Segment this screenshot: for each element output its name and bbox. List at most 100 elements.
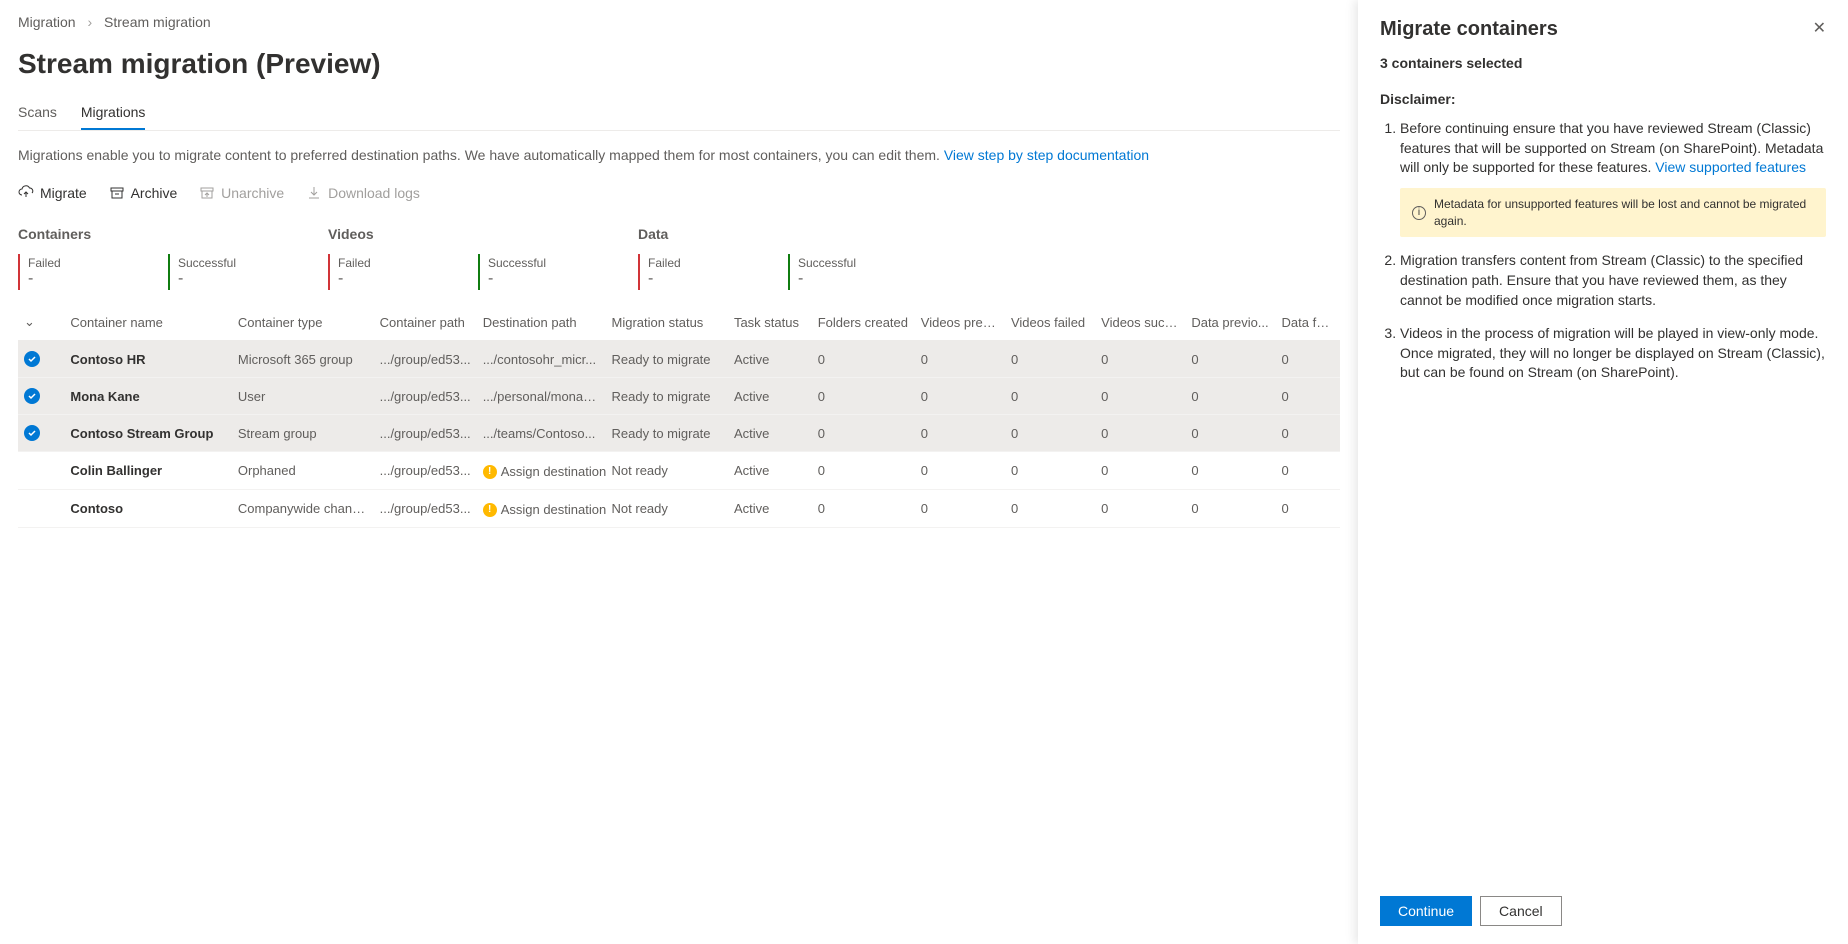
cell-cpath: .../group/ed53...: [374, 341, 477, 378]
cell-vfailed: 0: [1005, 452, 1095, 490]
cell-dfailed: 0: [1276, 452, 1340, 490]
table-row[interactable]: Mona KaneUser.../group/ed53....../person…: [18, 378, 1340, 415]
table-row[interactable]: Colin BallingerOrphaned.../group/ed53...…: [18, 452, 1340, 490]
col-folders[interactable]: Folders created: [812, 304, 915, 341]
breadcrumb-current: Stream migration: [104, 14, 211, 30]
cell-tstatus: Active: [728, 490, 812, 528]
col-mstatus[interactable]: Migration status: [606, 304, 728, 341]
stats-containers: Containers Failed- Successful-: [18, 226, 328, 290]
disclaimer-item-1: Before continuing ensure that you have r…: [1400, 119, 1826, 237]
col-cpath[interactable]: Container path: [374, 304, 477, 341]
unarchive-button: Unarchive: [199, 185, 284, 201]
disclaimer-item-2: Migration transfers content from Stream …: [1400, 251, 1826, 310]
cell-vsucc: 0: [1095, 378, 1185, 415]
cell-name: Contoso Stream Group: [64, 415, 232, 452]
col-dprev[interactable]: Data previo...: [1185, 304, 1275, 341]
archive-icon: [109, 185, 125, 201]
cell-vprev: 0: [915, 415, 1005, 452]
col-vprev[interactable]: Videos prev...: [915, 304, 1005, 341]
cell-vsucc: 0: [1095, 490, 1185, 528]
archive-button[interactable]: Archive: [109, 185, 178, 201]
cancel-button[interactable]: Cancel: [1480, 896, 1562, 926]
cell-dpath: !Assign destination: [477, 490, 606, 528]
cell-folders: 0: [812, 452, 915, 490]
cell-vprev: 0: [915, 490, 1005, 528]
assign-destination-link[interactable]: !Assign destination: [483, 502, 606, 517]
cell-name: Mona Kane: [64, 378, 232, 415]
tab-scans[interactable]: Scans: [18, 96, 57, 128]
disclaimer-item-3: Videos in the process of migration will …: [1400, 324, 1826, 383]
cell-type: User: [232, 378, 374, 415]
cell-mstatus: Not ready: [606, 490, 728, 528]
cell-type: Orphaned: [232, 452, 374, 490]
cell-vprev: 0: [915, 452, 1005, 490]
migrate-button[interactable]: Migrate: [18, 185, 87, 201]
cell-vfailed: 0: [1005, 341, 1095, 378]
col-type[interactable]: Container type: [232, 304, 374, 341]
info-box: i Metadata for unsupported features will…: [1400, 188, 1826, 238]
download-logs-button: Download logs: [306, 185, 420, 201]
cell-type: Microsoft 365 group: [232, 341, 374, 378]
cell-cpath: .../group/ed53...: [374, 490, 477, 528]
cell-dpath: .../teams/Contoso...: [477, 415, 606, 452]
cell-mstatus: Not ready: [606, 452, 728, 490]
download-icon: [306, 185, 322, 201]
containers-table: ⌄ Container name Container type Containe…: [18, 304, 1340, 528]
cell-dfailed: 0: [1276, 415, 1340, 452]
cell-vfailed: 0: [1005, 378, 1095, 415]
supported-features-link[interactable]: View supported features: [1655, 159, 1806, 175]
cell-dfailed: 0: [1276, 490, 1340, 528]
col-name[interactable]: Container name: [64, 304, 232, 341]
col-vsucc[interactable]: Videos succ...: [1095, 304, 1185, 341]
stats-videos: Videos Failed- Successful-: [328, 226, 638, 290]
assign-destination-link[interactable]: !Assign destination: [483, 464, 606, 479]
cell-mstatus: Ready to migrate: [606, 415, 728, 452]
cell-dpath: .../personal/monak...: [477, 378, 606, 415]
docs-link[interactable]: View step by step documentation: [944, 147, 1149, 163]
cell-dprev: 0: [1185, 490, 1275, 528]
cell-folders: 0: [812, 415, 915, 452]
bar-green-icon: [788, 254, 790, 290]
toolbar: Migrate Archive Unarchive Download logs: [18, 185, 1340, 204]
table-row[interactable]: Contoso HRMicrosoft 365 group.../group/e…: [18, 341, 1340, 378]
cell-vfailed: 0: [1005, 490, 1095, 528]
cell-name: Colin Ballinger: [64, 452, 232, 490]
checkmark-icon[interactable]: [24, 351, 40, 367]
table-row[interactable]: Contoso Stream GroupStream group.../grou…: [18, 415, 1340, 452]
cell-cpath: .../group/ed53...: [374, 378, 477, 415]
checkmark-icon[interactable]: [24, 425, 40, 441]
cell-tstatus: Active: [728, 378, 812, 415]
close-icon: ✕: [1813, 20, 1826, 37]
cell-tstatus: Active: [728, 341, 812, 378]
disclaimer-list: Before continuing ensure that you have r…: [1380, 119, 1826, 397]
bar-red-icon: [638, 254, 640, 290]
col-vfailed[interactable]: Videos failed: [1005, 304, 1095, 341]
cell-cpath: .../group/ed53...: [374, 415, 477, 452]
bar-red-icon: [18, 254, 20, 290]
cell-vprev: 0: [915, 341, 1005, 378]
cell-dpath: !Assign destination: [477, 452, 606, 490]
warning-icon: !: [483, 503, 497, 517]
migrate-panel: Migrate containers ✕ 3 containers select…: [1358, 0, 1848, 944]
cloud-upload-icon: [18, 185, 34, 201]
col-dpath[interactable]: Destination path: [477, 304, 606, 341]
cell-vprev: 0: [915, 378, 1005, 415]
table-row[interactable]: ContosoCompanywide channel.../group/ed53…: [18, 490, 1340, 528]
select-all-header[interactable]: ⌄: [18, 304, 64, 341]
info-icon: i: [1412, 206, 1426, 220]
tab-migrations[interactable]: Migrations: [81, 96, 146, 130]
close-button[interactable]: ✕: [1813, 18, 1826, 38]
cell-dprev: 0: [1185, 452, 1275, 490]
checkmark-icon[interactable]: [24, 388, 40, 404]
continue-button[interactable]: Continue: [1380, 896, 1472, 926]
cell-vsucc: 0: [1095, 341, 1185, 378]
cell-vsucc: 0: [1095, 452, 1185, 490]
bar-red-icon: [328, 254, 330, 290]
unarchive-icon: [199, 185, 215, 201]
breadcrumb-root[interactable]: Migration: [18, 14, 76, 30]
col-tstatus[interactable]: Task status: [728, 304, 812, 341]
panel-subtitle: 3 containers selected: [1380, 55, 1826, 71]
cell-folders: 0: [812, 490, 915, 528]
warning-icon: !: [483, 465, 497, 479]
col-dfailed[interactable]: Data fa...: [1276, 304, 1340, 341]
